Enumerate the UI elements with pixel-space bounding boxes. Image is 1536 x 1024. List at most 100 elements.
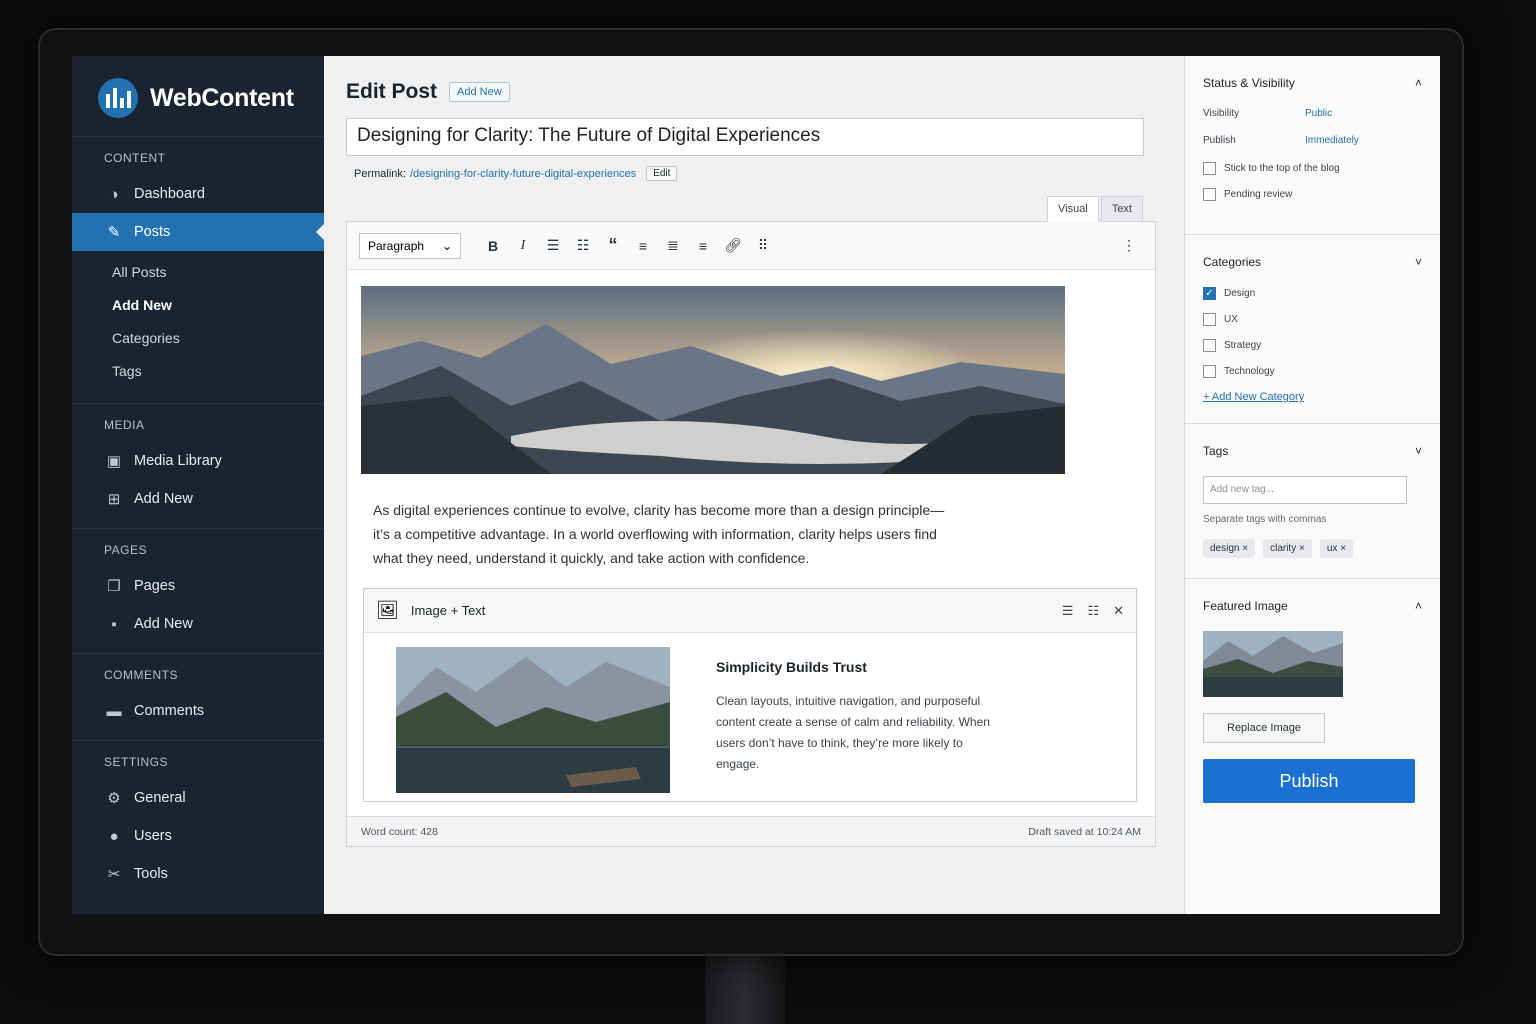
pending-review-checkbox[interactable]: Pending review [1203, 188, 1422, 201]
block-label: Image + Text [410, 603, 486, 618]
editor-toolbar: Paragraph ⌄ B I ☰ ☷ “ ≡ ≣ ≡ 🔗︎ ⠿ ⋮ [347, 222, 1155, 270]
wrench-icon: ✂ [107, 866, 121, 883]
quote-icon[interactable]: “ [599, 232, 627, 260]
word-count: Word count: 428 [361, 825, 438, 838]
stick-checkbox[interactable]: Stick to the top of the blog [1203, 162, 1422, 175]
checkbox[interactable] [1203, 162, 1216, 175]
sidebar-item-media-add-new[interactable]: ⊞ Add New [72, 480, 324, 518]
tag-input[interactable]: Add new tag... [1203, 476, 1407, 504]
panel-header[interactable]: Featured Image ˄ [1203, 599, 1422, 613]
sidebar-sub-categories[interactable]: Categories [72, 321, 324, 354]
sidebar-item-posts[interactable]: ✎ Posts [72, 213, 324, 251]
publish-button[interactable]: Publish [1203, 759, 1415, 803]
brand[interactable]: WebContent [72, 78, 324, 137]
sidebar-item-users[interactable]: ● Users [72, 817, 324, 855]
sidebar-item-dashboard[interactable]: ◑ Dashboard [72, 175, 324, 213]
replace-image-button[interactable]: Replace Image [1203, 713, 1325, 743]
bullet-list-icon[interactable]: ☰ [539, 232, 567, 260]
checkbox[interactable] [1203, 339, 1216, 352]
settings-list-icon[interactable]: ☷ [1087, 603, 1099, 619]
image-text-block[interactable]: 🖼︎ Image + Text ☰ ☷ ✕ Simplicity Builds … [363, 588, 1137, 802]
section-settings-heading: SETTINGS [104, 755, 169, 769]
close-icon[interactable]: ✕ [1113, 603, 1124, 619]
sidebar-item-comments[interactable]: ▬ Comments [72, 692, 324, 730]
tags-panel: Tags ˅ Add new tag... Separate tags with… [1185, 424, 1440, 579]
add-new-button[interactable]: Add New [449, 82, 510, 102]
visibility-value[interactable]: Public [1305, 108, 1332, 119]
sidebar-item-label: Users [134, 828, 172, 844]
bold-icon[interactable]: B [479, 232, 507, 260]
sidebar-item-label: Add New [134, 491, 193, 507]
tag-chip[interactable]: clarity × [1263, 539, 1312, 558]
link-icon[interactable]: 🔗︎ [719, 232, 747, 260]
checkbox[interactable] [1203, 188, 1216, 201]
drag-handle-icon[interactable]: ⠿ [749, 232, 777, 260]
more-options-icon[interactable]: ⋮ [1115, 232, 1143, 260]
editor-footer: Word count: 428 Draft saved at 10:24 AM [347, 816, 1155, 846]
image-block-icon: 🖼︎ [376, 600, 399, 620]
remove-tag-icon[interactable]: × [1340, 543, 1346, 554]
tag-chip[interactable]: design × [1203, 539, 1256, 558]
sidebar-item-label: Posts [134, 224, 171, 240]
tag-label: clarity [1270, 543, 1297, 554]
permalink-edit-button[interactable]: Edit [646, 166, 678, 181]
italic-icon[interactable]: I [509, 232, 537, 260]
block-heading: Simplicity Builds Trust [716, 659, 867, 675]
numbered-list-icon[interactable]: ☷ [569, 232, 597, 260]
tag-chip[interactable]: ux × [1319, 539, 1354, 558]
media-icon: ▣ [106, 453, 122, 470]
tags-hint: Separate tags with commas [1203, 514, 1327, 525]
checkbox[interactable] [1203, 365, 1216, 378]
category-ux[interactable]: UX [1203, 313, 1422, 326]
sidebar-sub-add-new[interactable]: Add New [72, 288, 324, 321]
checkbox[interactable] [1203, 313, 1216, 326]
comment-icon: ▬ [106, 702, 122, 720]
chevron-down-icon: ˅ [1414, 255, 1422, 269]
panel-header[interactable]: Status & Visibility ˄ [1203, 76, 1422, 90]
screen: WebContent CONTENT ◑ Dashboard ✎ Posts A… [72, 56, 1440, 914]
publish-value[interactable]: Immediately [1305, 135, 1359, 146]
checked-checkbox[interactable]: ✓ [1203, 287, 1216, 300]
align-right-icon[interactable]: ≡ [689, 232, 717, 260]
add-category-link[interactable]: + Add New Category [1203, 391, 1422, 403]
category-design[interactable]: ✓ Design [1203, 287, 1422, 300]
list-icon[interactable]: ☰ [1062, 603, 1074, 619]
sidebar-item-general[interactable]: ⚙ General [72, 779, 324, 817]
sidebar-item-media-library[interactable]: ▣ Media Library [72, 442, 324, 480]
remove-tag-icon[interactable]: × [1299, 543, 1305, 554]
sidebar-item-pages-add-new[interactable]: ▪ Add New [72, 605, 324, 643]
gear-icon: ⚙ [107, 790, 121, 807]
tag-label: ux [1326, 543, 1338, 554]
dashboard-icon: ◑ [109, 185, 119, 203]
sidebar-item-tools[interactable]: ✂ Tools [72, 855, 324, 893]
permalink-label: Permalink: [354, 167, 406, 180]
draft-saved-status: Draft saved at 10:24 AM [1028, 825, 1141, 838]
tab-visual[interactable]: Visual [1047, 196, 1099, 222]
pin-icon: ✎ [107, 224, 121, 241]
format-select[interactable]: Paragraph ⌄ [359, 232, 461, 259]
post-paragraph[interactable]: As digital experiences continue to evolv… [373, 498, 953, 570]
post-title-input[interactable]: Designing for Clarity: The Future of Dig… [346, 118, 1144, 156]
section-comments-heading: COMMENTS [104, 668, 178, 682]
visibility-label: Visibility [1203, 108, 1239, 119]
category-technology[interactable]: Technology [1203, 365, 1422, 378]
sidebar-item-pages[interactable]: ❐ Pages [72, 567, 324, 605]
category-strategy[interactable]: Strategy [1203, 339, 1422, 352]
sidebar-sub-all-posts[interactable]: All Posts [72, 255, 324, 288]
permalink-link[interactable]: /designing-for-clarity-future-digital-ex… [410, 168, 636, 180]
sidebar-sub-tags[interactable]: Tags [72, 354, 324, 387]
tab-text[interactable]: Text [1100, 196, 1143, 222]
panel-header[interactable]: Tags ˅ [1203, 444, 1422, 458]
featured-image-panel: Featured Image ˄ Replace Image [1185, 579, 1440, 749]
align-center-icon[interactable]: ≣ [659, 232, 687, 260]
panel-title: Status & Visibility [1203, 76, 1295, 90]
panel-header[interactable]: Categories ˅ [1203, 255, 1422, 269]
remove-tag-icon[interactable]: × [1242, 543, 1248, 554]
sidebar-item-label: Media Library [134, 453, 222, 469]
lake-image[interactable] [396, 647, 670, 793]
format-select-value: Paragraph [368, 238, 425, 253]
align-left-icon[interactable]: ≡ [629, 232, 657, 260]
category-label: UX [1224, 314, 1238, 325]
hero-mountain-image[interactable] [361, 286, 1065, 474]
featured-image-thumbnail[interactable] [1203, 631, 1343, 697]
